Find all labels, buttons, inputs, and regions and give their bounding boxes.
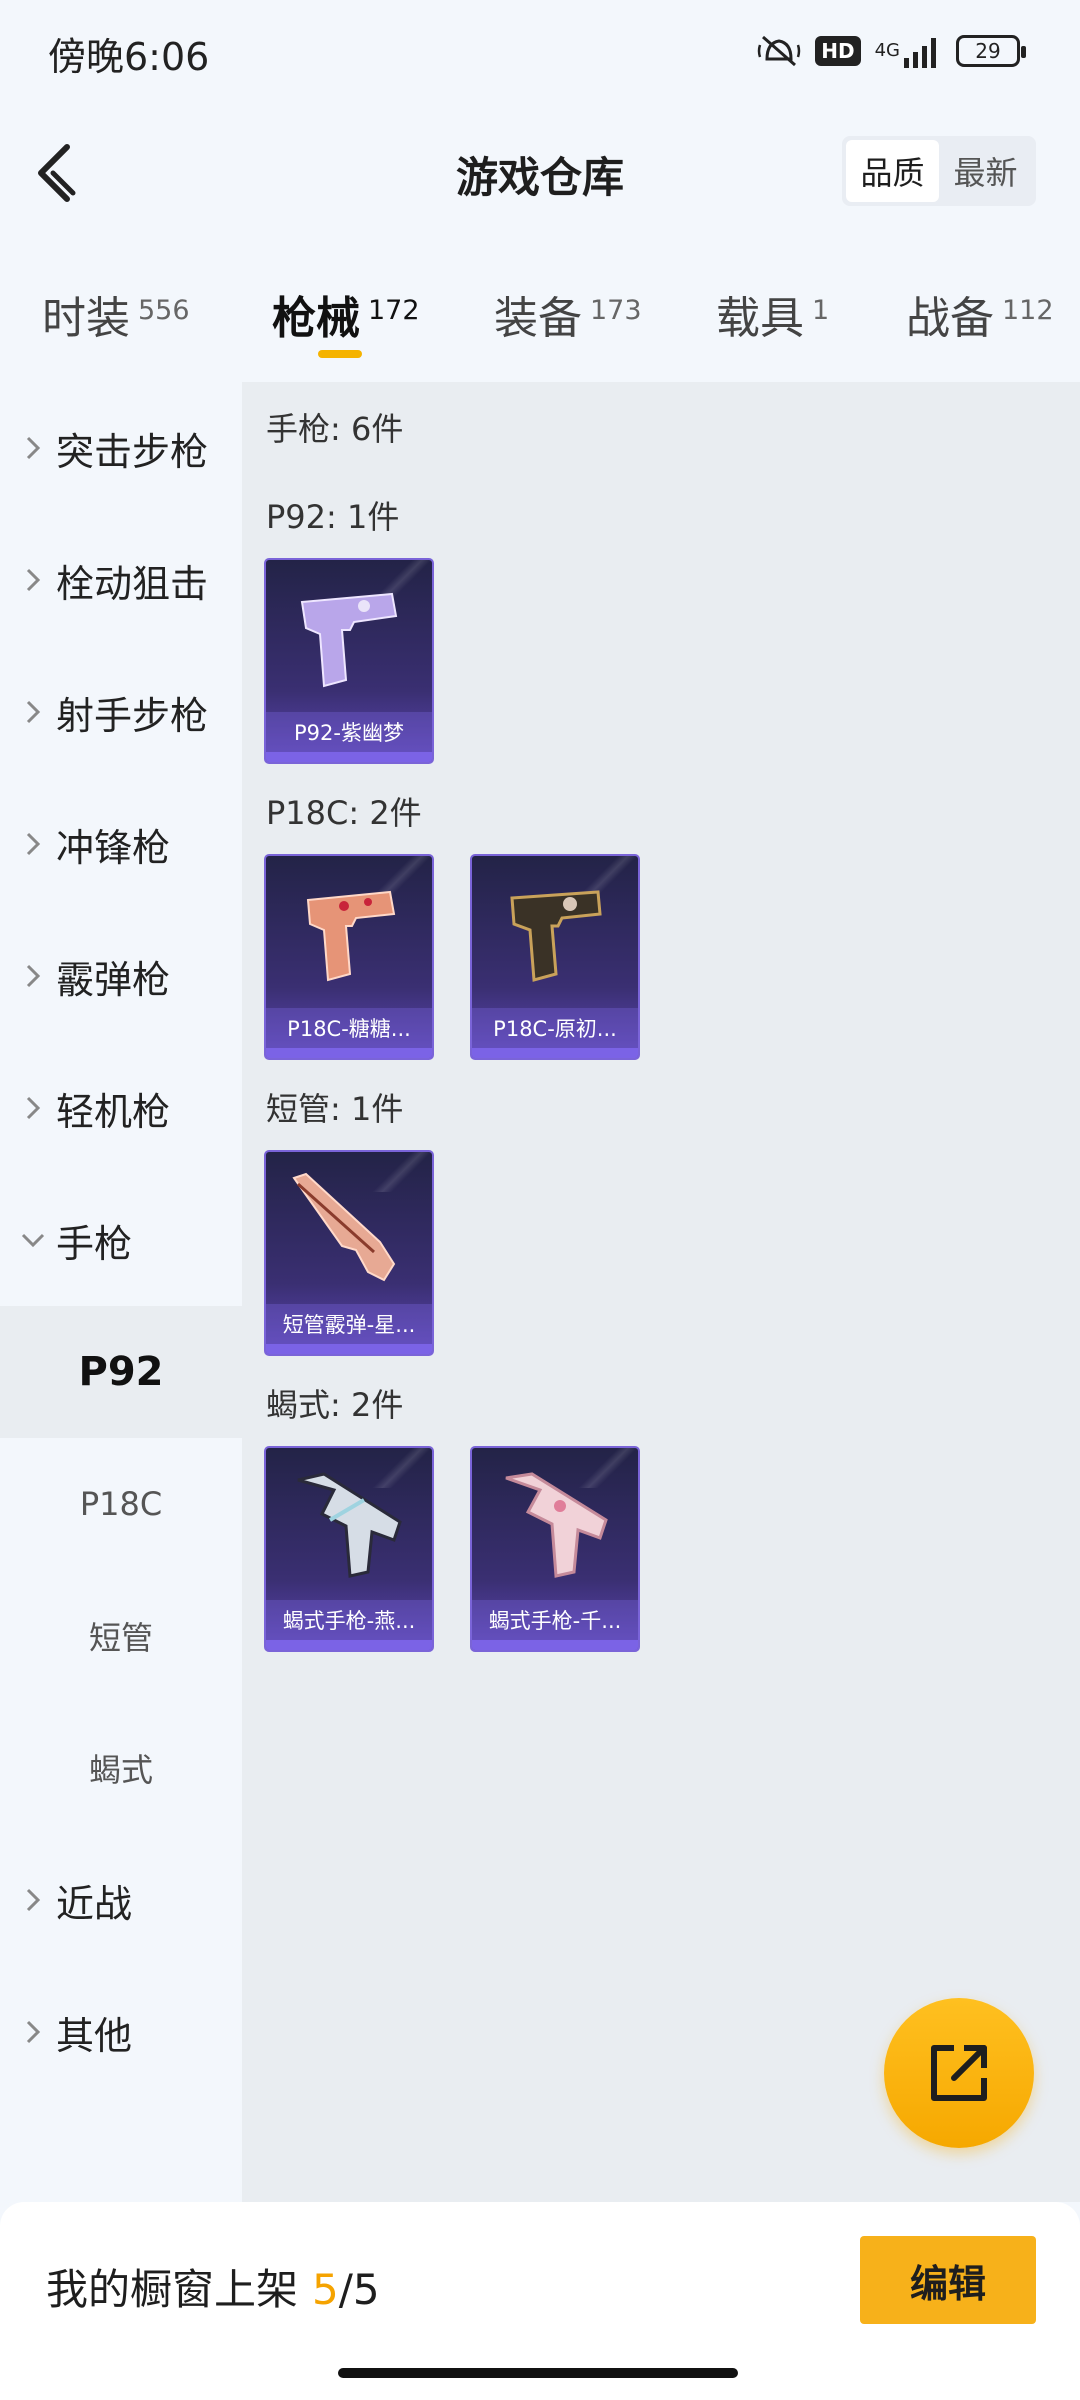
tab-label: 载具	[716, 293, 804, 344]
tab-active-indicator	[318, 350, 362, 358]
tab-equipment[interactable]: 装备 173	[494, 282, 642, 346]
sidebar-item-smg[interactable]: 冲锋枪	[0, 778, 242, 910]
chevron-right-icon	[0, 567, 56, 593]
chevron-right-icon	[0, 699, 56, 725]
tab-count: 1	[812, 295, 830, 326]
sidebar-subitem-p18c[interactable]: P18C	[0, 1438, 242, 1570]
edit-button[interactable]: 编辑	[860, 2236, 1036, 2324]
tab-label: 装备	[494, 293, 582, 344]
sidebar-subitem-short-barrel[interactable]: 短管	[0, 1570, 242, 1702]
sidebar-item-assault-rifle[interactable]: 突击步枪	[0, 382, 242, 514]
status-time: 傍晚6:06	[48, 35, 210, 79]
weapon-card[interactable]: P18C-原初...	[470, 854, 640, 1060]
weapon-card[interactable]: 蝎式手枪-燕...	[264, 1446, 434, 1652]
weapon-card-name: P18C-糖糖...	[266, 1008, 432, 1048]
network-type: 4G	[874, 40, 900, 61]
sidebar-item-label: 霰弹枪	[56, 957, 171, 1002]
sidebar-subitem-p92[interactable]: P92	[0, 1306, 242, 1438]
chevron-right-icon	[0, 831, 56, 857]
pistol-skin-icon	[300, 592, 398, 688]
status-icons: HD 4G 29	[757, 30, 1026, 72]
showcase-count-total: 5	[352, 2265, 380, 2314]
sidebar-item-label: 其他	[56, 2013, 133, 2058]
group-title-scorpion: 蝎式: 2件	[266, 1386, 404, 1424]
mute-vibrate-icon	[757, 31, 801, 71]
chevron-right-icon	[0, 2019, 56, 2045]
weapon-card[interactable]: 蝎式手枪-千...	[470, 1446, 640, 1652]
battery-icon: 29	[956, 35, 1026, 67]
tab-vehicles[interactable]: 载具 1	[716, 282, 829, 346]
sidebar-item-label: 冲锋枪	[56, 825, 171, 870]
tab-count: 172	[368, 295, 420, 326]
group-title-short-barrel: 短管: 1件	[266, 1090, 404, 1128]
weapon-card-name: P18C-原初...	[472, 1008, 638, 1048]
chevron-right-icon	[0, 1887, 56, 1913]
signal-icon: 4G	[875, 34, 942, 68]
chevron-right-icon	[0, 1095, 56, 1121]
chevron-right-icon	[0, 435, 56, 461]
weapon-card-name: 蝎式手枪-燕...	[266, 1600, 432, 1640]
battery-level: 29	[975, 39, 1001, 63]
sort-option-quality[interactable]: 品质	[846, 140, 939, 202]
weapon-card-name: 蝎式手枪-千...	[472, 1600, 638, 1640]
sidebar-subitem-scorpion[interactable]: 蝎式	[0, 1702, 242, 1834]
sidebar-item-label: 轻机枪	[56, 1089, 171, 1134]
pistol-total-label: 手枪: 6件	[266, 410, 404, 448]
hd-icon: HD	[815, 36, 861, 66]
sidebar-item-melee[interactable]: 近战	[0, 1834, 242, 1966]
showcase-label: 我的橱窗上架	[46, 2265, 299, 2314]
sidebar-item-other[interactable]: 其他	[0, 1966, 242, 2098]
group-title-p18c: P18C: 2件	[266, 794, 422, 832]
tab-label: 战备	[906, 293, 994, 344]
home-indicator[interactable]	[338, 2368, 738, 2378]
sidebar-item-label: 射手步枪	[56, 693, 209, 738]
weapon-card[interactable]: P92-紫幽梦	[264, 558, 434, 764]
smg-skin-icon	[505, 1472, 608, 1578]
sidebar-item-shotgun[interactable]: 霰弹枪	[0, 910, 242, 1042]
weapon-list: 手枪: 6件 P92: 1件 P92-紫幽梦 P18C: 2件 P18C-糖糖.…	[242, 382, 1080, 2202]
sidebar-item-pistol[interactable]: 手枪	[0, 1174, 242, 1306]
weapon-card[interactable]: 短管霰弹-星...	[264, 1150, 434, 1356]
weapon-card-name: P92-紫幽梦	[266, 712, 432, 752]
sidebar-item-label: 突击步枪	[56, 429, 209, 474]
weapon-card-name: 短管霰弹-星...	[266, 1304, 432, 1344]
header: 游戏仓库 品质 最新	[0, 110, 1080, 230]
sidebar-item-marksman-rifle[interactable]: 射手步枪	[0, 646, 242, 778]
sidebar-item-label: 手枪	[56, 1221, 133, 1266]
chevron-down-icon	[0, 1232, 56, 1248]
status-bar: 傍晚6:06 HD 4G 29	[0, 0, 1080, 100]
pistol-skin-icon	[510, 890, 602, 982]
showcase-bottom-bar: 我的橱窗上架 5 / 5 编辑	[0, 2202, 1080, 2400]
showcase-count-current: 5	[312, 2265, 339, 2314]
tab-count: 556	[138, 295, 190, 326]
tab-label: 枪械	[272, 293, 360, 344]
tab-combat-gear[interactable]: 战备 112	[906, 282, 1054, 346]
tab-skins[interactable]: 时装 556	[42, 282, 190, 346]
showcase-status: 我的橱窗上架 5 / 5	[46, 2256, 380, 2317]
category-tabs: 时装 556 枪械 172 装备 173 载具 1 战备 112	[0, 270, 1080, 370]
sidebar-item-bolt-sniper[interactable]: 栓动狙击	[0, 514, 242, 646]
showcase-count-separator: /	[338, 2265, 353, 2314]
weapon-card[interactable]: P18C-糖糖...	[264, 854, 434, 1060]
chevron-right-icon	[0, 963, 56, 989]
tab-count: 173	[590, 295, 642, 326]
sort-toggle: 品质 最新	[842, 136, 1036, 206]
sidebar-item-label: 近战	[56, 1881, 133, 1926]
sort-option-newest[interactable]: 最新	[939, 140, 1032, 202]
shotgun-skin-icon	[292, 1172, 396, 1282]
weapon-category-sidebar: 突击步枪 栓动狙击 射手步枪 冲锋枪 霰弹枪 轻机枪 手枪 P92 P18C 短…	[0, 382, 242, 2202]
tab-count: 112	[1002, 295, 1054, 326]
pistol-skin-icon	[306, 890, 396, 982]
tab-firearms[interactable]: 枪械 172	[272, 282, 420, 346]
group-title-p92: P92: 1件	[266, 498, 400, 536]
sidebar-item-lmg[interactable]: 轻机枪	[0, 1042, 242, 1174]
sidebar-item-label: 栓动狙击	[56, 561, 209, 606]
share-external-icon	[931, 2045, 987, 2101]
tab-label: 时装	[42, 293, 130, 344]
smg-skin-icon	[297, 1472, 402, 1578]
share-fab-button[interactable]	[884, 1998, 1034, 2148]
